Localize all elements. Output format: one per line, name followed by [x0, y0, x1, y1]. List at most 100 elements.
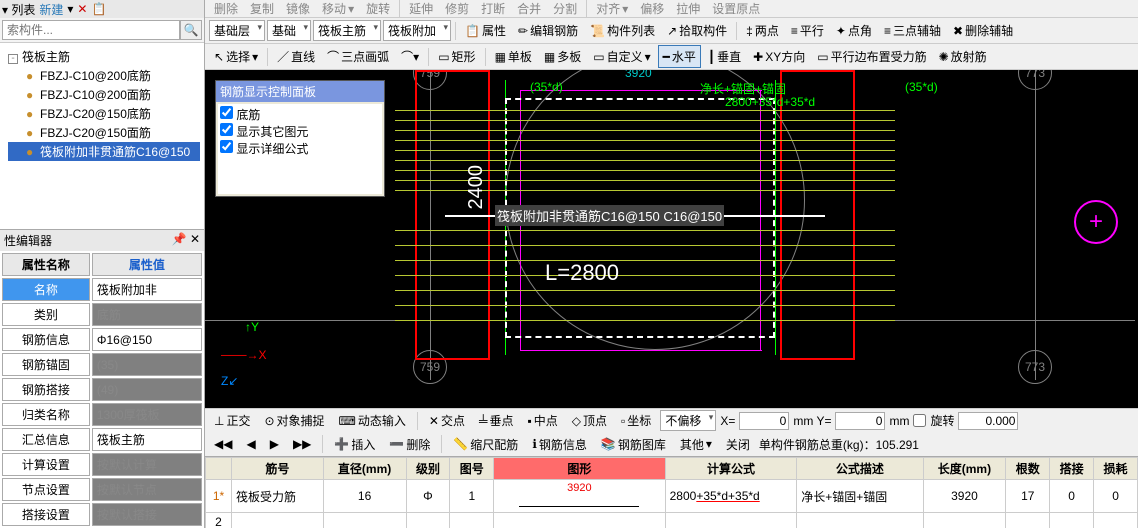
more-arc-button[interactable]: ⌒▾	[396, 45, 424, 68]
prop-value[interactable]: 底筋	[92, 303, 202, 326]
x-input[interactable]	[739, 412, 789, 430]
nav-prev[interactable]: ◀	[241, 434, 260, 454]
align-button[interactable]: 对齐 ▾	[591, 0, 633, 18]
offset-button[interactable]: 偏移	[635, 0, 669, 18]
two-point-button[interactable]: ‡两点	[741, 19, 784, 42]
cell-grade[interactable]: Φ	[406, 480, 450, 513]
radial-rebar-button[interactable]: ✺放射筋	[934, 45, 992, 68]
vertical-button[interactable]: ┃垂直	[703, 45, 746, 68]
rebar-display-panel[interactable]: 钢筋显示控制面板 底筋 显示其它图元 显示详细公式	[215, 80, 385, 197]
rebar-library-button[interactable]: 📚钢筋图库	[596, 433, 671, 456]
category-select[interactable]: 基础	[267, 20, 311, 41]
rebar-row[interactable]: 2	[206, 513, 1138, 528]
dyn-input-toggle[interactable]: ⌨动态输入	[334, 409, 411, 432]
line-button[interactable]: ／直线	[272, 45, 320, 68]
cell-fig[interactable]	[450, 513, 494, 528]
cell-len[interactable]	[923, 513, 1006, 528]
prop-value[interactable]: 按默认计算	[92, 453, 202, 476]
prop-value[interactable]: 筏板附加非	[92, 278, 202, 301]
custom-button[interactable]: ▭自定义 ▾	[588, 45, 655, 68]
prop-row[interactable]: 归类名称1300厚筏板	[2, 403, 202, 426]
prop-value[interactable]: (35)	[92, 353, 202, 376]
cell-count[interactable]: 17	[1006, 480, 1050, 513]
search-input[interactable]	[2, 20, 180, 40]
check-bottom-rebar[interactable]: 底筋	[220, 106, 380, 123]
delete-button[interactable]: 删除	[209, 0, 243, 18]
tree-root[interactable]: -筏板主筋	[8, 47, 200, 66]
rebar-info-button[interactable]: ℹ钢筋信息	[527, 433, 592, 456]
intersection-snap[interactable]: ✕交点	[424, 409, 470, 432]
arc-button[interactable]: ⌒三点画弧	[322, 45, 394, 68]
horizontal-button[interactable]: ━水平	[658, 45, 701, 68]
prop-row[interactable]: 钢筋信息Φ16@150	[2, 328, 202, 351]
coord-snap[interactable]: ▫坐标	[616, 409, 656, 432]
tree-item-selected[interactable]: ●筏板附加非贯通筋C16@150	[8, 142, 200, 161]
prop-value[interactable]: 1300厚筏板	[92, 403, 202, 426]
type-select[interactable]: 筏板主筋	[313, 20, 381, 41]
cell-formula[interactable]	[665, 513, 797, 528]
rebar-row[interactable]: 1* 筏板受力筋 16 Φ 1 3920 2800+35*d+35*d 净长+锚…	[206, 480, 1138, 513]
delete-row-button[interactable]: ➖删除	[384, 433, 435, 456]
cell-grade[interactable]	[406, 513, 450, 528]
tree-item[interactable]: ●FBZJ-C10@200面筋	[8, 85, 200, 104]
cell-name[interactable]: 筏板受力筋	[232, 480, 324, 513]
prop-value[interactable]: 筏板主筋	[92, 428, 202, 451]
select-button[interactable]: ↖选择 ▾	[209, 45, 263, 68]
cell-desc[interactable]	[797, 513, 923, 528]
subtype-select[interactable]: 筏板附加	[383, 20, 451, 41]
tree-item[interactable]: ●FBZJ-C10@200底筋	[8, 66, 200, 85]
cell-shape[interactable]: 3920	[494, 480, 665, 513]
rect-button[interactable]: ▭矩形	[433, 45, 480, 68]
prop-row[interactable]: 节点设置按默认节点	[2, 478, 202, 501]
cell-len[interactable]: 3920	[923, 480, 1006, 513]
cell-fig[interactable]: 1	[450, 480, 494, 513]
add-marker[interactable]: +	[1074, 200, 1118, 244]
offset-mode[interactable]: 不偏移	[660, 410, 716, 431]
nav-next[interactable]: ▶	[265, 434, 284, 454]
vertex-snap[interactable]: ◇顶点	[567, 409, 612, 432]
break-button[interactable]: 打断	[476, 0, 510, 18]
property-table[interactable]: 属性名称属性值 名称筏板附加非 类别底筋 钢筋信息Φ16@150 钢筋锚固(35…	[0, 251, 204, 528]
point-angle-button[interactable]: ✦点角	[831, 19, 877, 42]
rotate-button[interactable]: 旋转	[361, 0, 395, 18]
join-button[interactable]: 合并	[512, 0, 546, 18]
nav-last[interactable]: ▶▶	[288, 434, 316, 454]
stretch-button[interactable]: 拉伸	[671, 0, 705, 18]
prop-row[interactable]: 计算设置按默认计算	[2, 453, 202, 476]
close-icon[interactable]: ✕	[77, 2, 87, 16]
rebar-grid[interactable]: 筋号 直径(mm) 级别 图号 图形 计算公式 公式描述 长度(mm) 根数 搭…	[205, 456, 1138, 528]
close-button[interactable]: 关闭	[721, 433, 755, 456]
check-show-others[interactable]: 显示其它图元	[220, 123, 380, 140]
cell-loss[interactable]: 0	[1094, 480, 1138, 513]
prop-value[interactable]: 按默认搭接	[92, 503, 202, 526]
single-board-button[interactable]: ▦单板	[490, 45, 537, 68]
parallel-edge-rebar-button[interactable]: ▭平行边布置受力筋	[812, 45, 931, 68]
osnap-toggle[interactable]: ⊙对象捕捉	[259, 409, 329, 432]
collapse-icon[interactable]: -	[8, 54, 18, 64]
tree-item[interactable]: ●FBZJ-C20@150面筋	[8, 123, 200, 142]
prop-row[interactable]: 汇总信息筏板主筋	[2, 428, 202, 451]
multi-board-button[interactable]: ▦多板	[539, 45, 586, 68]
scale-rebar-button[interactable]: 📏缩尺配筋	[448, 433, 523, 456]
cad-canvas[interactable]: 钢筋显示控制面板 底筋 显示其它图元 显示详细公式 759 773 759 77…	[205, 70, 1138, 408]
prop-row[interactable]: 钢筋锚固(35)	[2, 353, 202, 376]
edit-icon[interactable]: 📋	[91, 2, 106, 16]
delete-aux-button[interactable]: ✖删除辅轴	[948, 19, 1018, 42]
cell-name[interactable]	[232, 513, 324, 528]
split-button[interactable]: 分割	[548, 0, 582, 18]
trim-button[interactable]: 修剪	[440, 0, 474, 18]
parallel-button[interactable]: ≡平行	[786, 19, 829, 42]
search-button[interactable]: 🔍	[180, 20, 202, 40]
tree-item[interactable]: ●FBZJ-C20@150底筋	[8, 104, 200, 123]
check-show-formula[interactable]: 显示详细公式	[220, 140, 380, 157]
move-button[interactable]: 移动 ▾	[317, 0, 359, 18]
prop-row[interactable]: 名称筏板附加非	[2, 278, 202, 301]
rotate-input[interactable]	[958, 412, 1018, 430]
pin-icon[interactable]: 📌	[172, 232, 187, 246]
cell-lap[interactable]	[1050, 513, 1094, 528]
prop-row[interactable]: 搭接设置按默认搭接	[2, 503, 202, 526]
prop-row[interactable]: 钢筋搭接(49)	[2, 378, 202, 401]
new-dropdown-icon[interactable]: ▾	[67, 2, 73, 16]
perp-snap[interactable]: ╧垂点	[474, 409, 519, 432]
three-point-aux-button[interactable]: ≡三点辅轴	[879, 19, 946, 42]
